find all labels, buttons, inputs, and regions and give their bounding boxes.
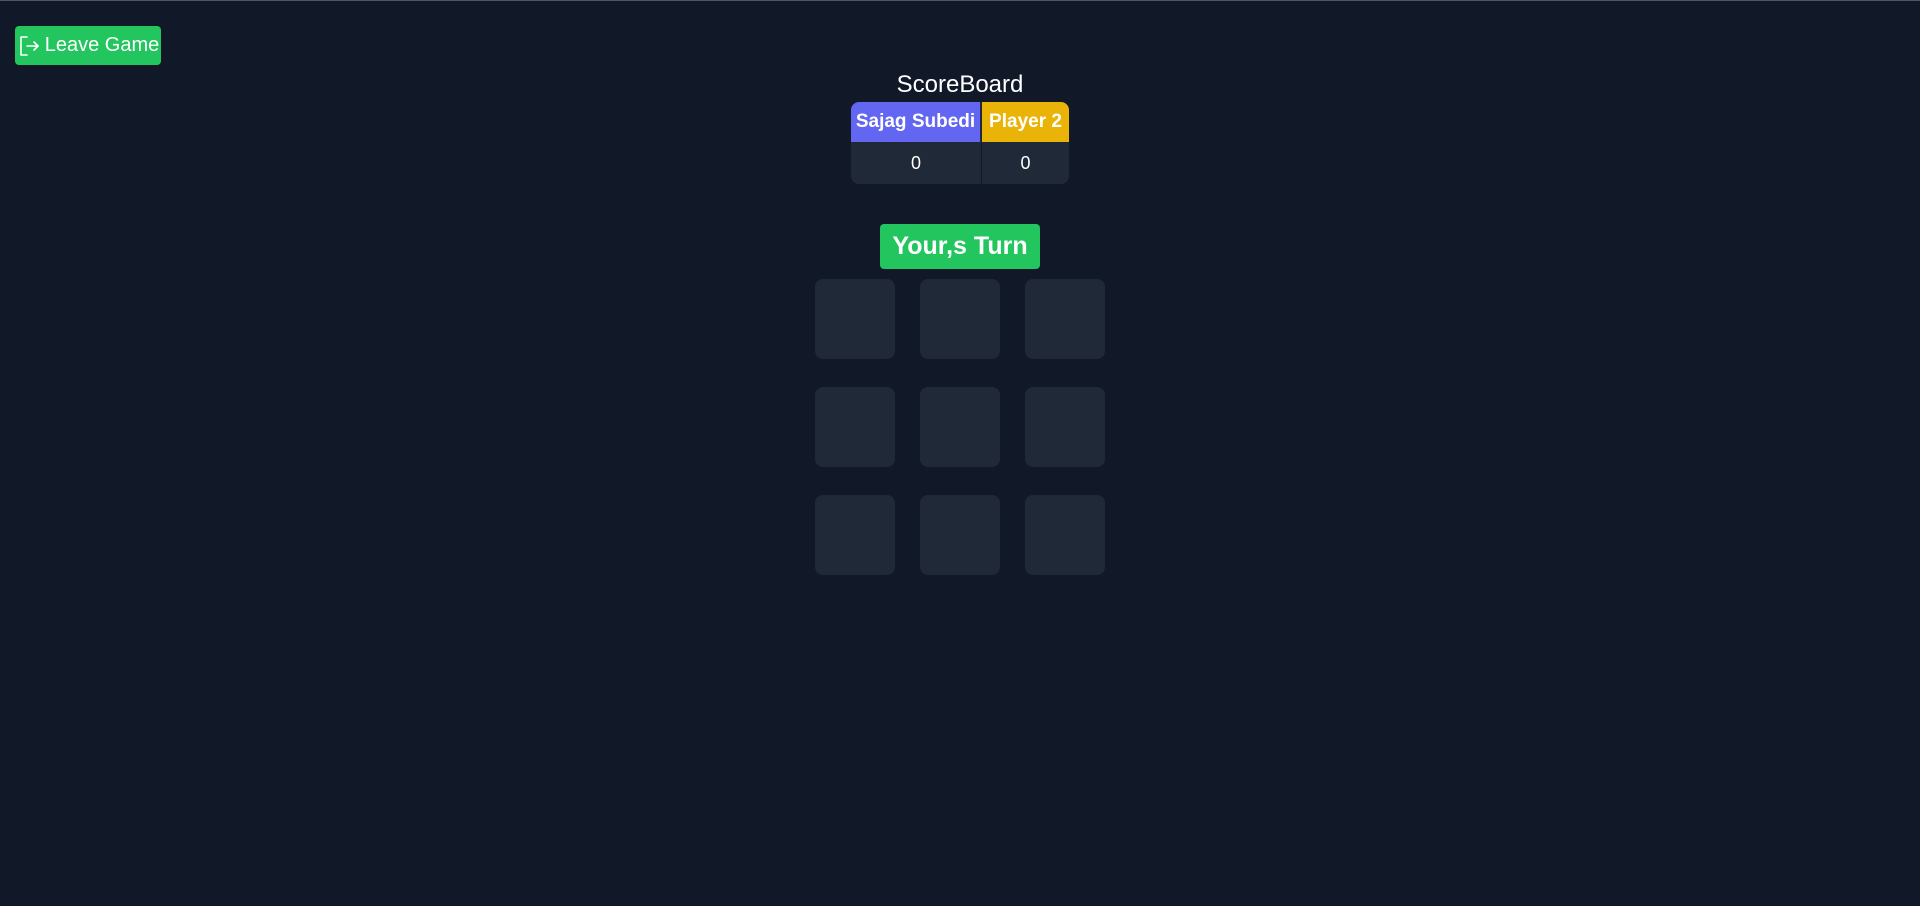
- board-cell-9[interactable]: [1025, 495, 1105, 575]
- board-cell-3[interactable]: [1025, 279, 1105, 359]
- exit-icon: [17, 34, 41, 58]
- leave-game-button[interactable]: Leave Game: [15, 26, 161, 65]
- board-cell-5[interactable]: [920, 387, 1000, 467]
- scoreboard-title: ScoreBoard: [896, 71, 1024, 98]
- top-divider: [0, 0, 1920, 1]
- board-cell-4[interactable]: [815, 387, 895, 467]
- scoreboard: ScoreBoard Sajag Subedi Player 2 0 0: [0, 68, 1920, 184]
- turn-indicator: Your,s Turn: [880, 224, 1040, 269]
- board-cell-2[interactable]: [920, 279, 1000, 359]
- player-1-name: Sajag Subedi: [851, 102, 982, 142]
- player-2-name: Player 2: [982, 102, 1069, 142]
- score-table: Sajag Subedi Player 2 0 0: [851, 102, 1069, 184]
- player-2-score: 0: [982, 142, 1069, 184]
- board-cell-7[interactable]: [815, 495, 895, 575]
- board-cell-6[interactable]: [1025, 387, 1105, 467]
- board-cell-1[interactable]: [815, 279, 895, 359]
- board-cell-8[interactable]: [920, 495, 1000, 575]
- game-board: [815, 279, 1105, 575]
- leave-game-label: Leave Game: [44, 34, 160, 56]
- player-1-score: 0: [851, 142, 982, 184]
